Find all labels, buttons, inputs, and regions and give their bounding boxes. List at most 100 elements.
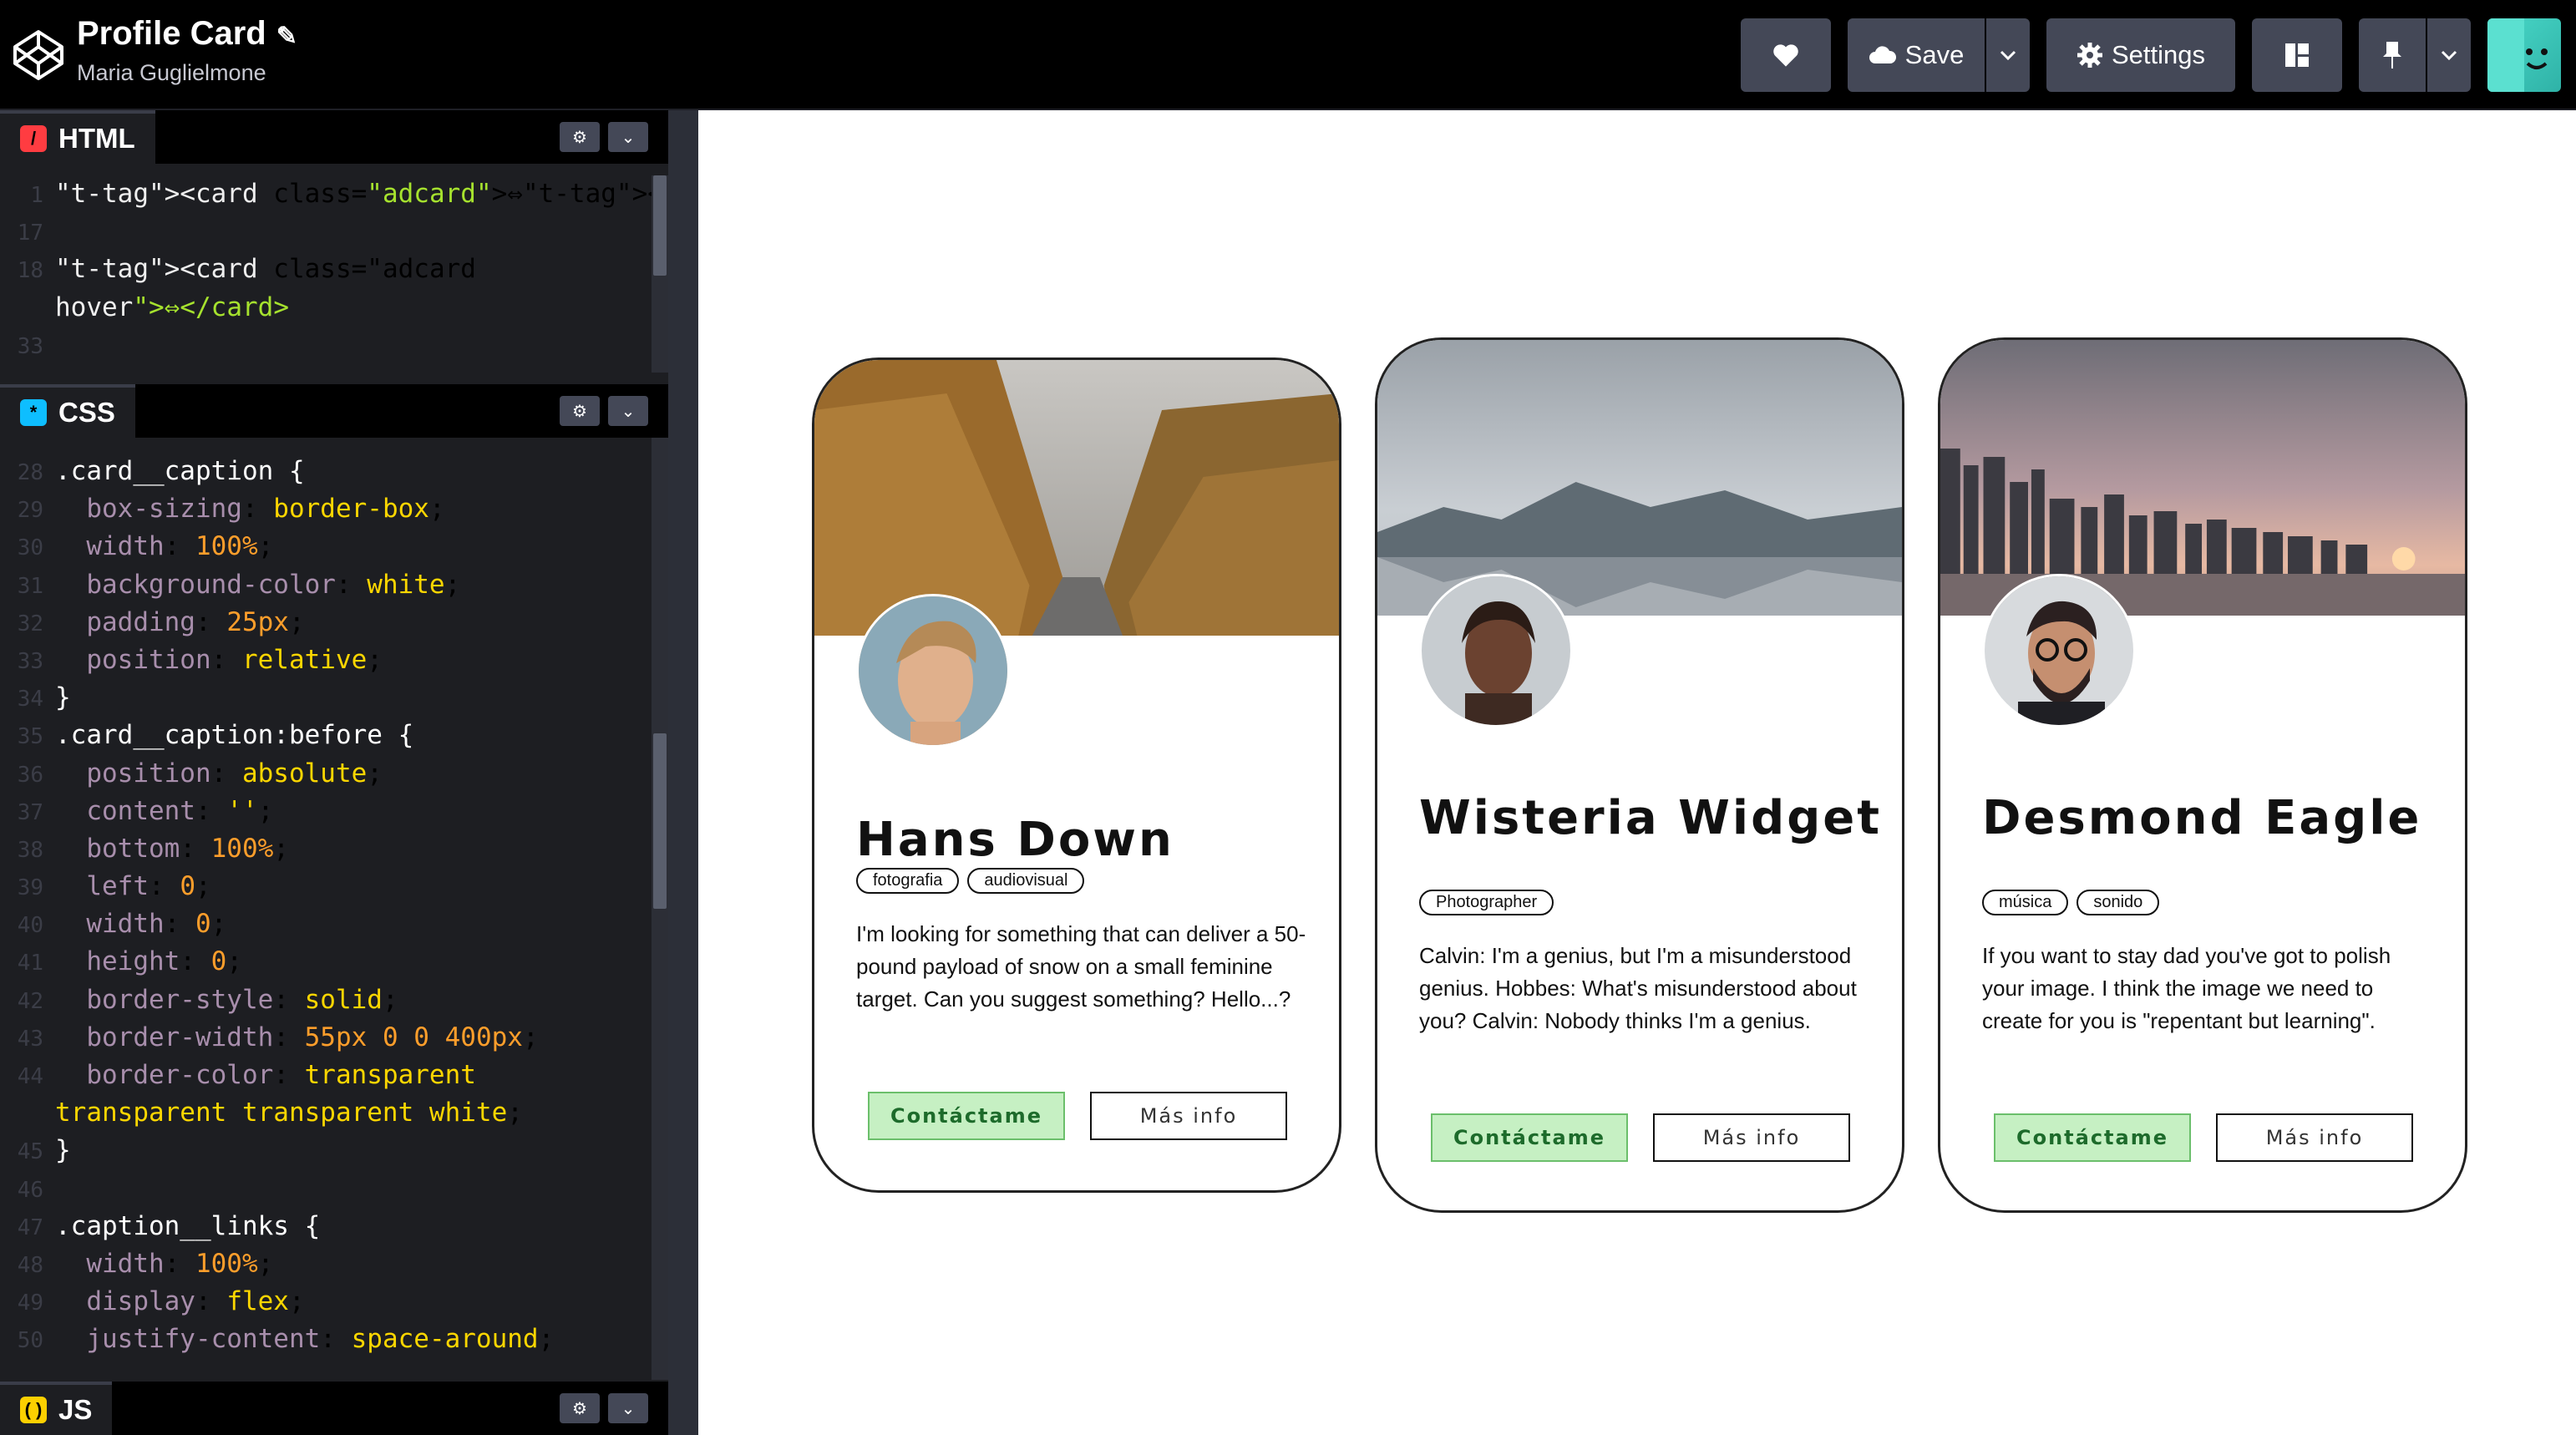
- code-line[interactable]: 29 box-sizing: border-box;: [0, 490, 668, 528]
- code-line[interactable]: 34 }: [0, 679, 668, 717]
- code-line[interactable]: 50 justify-content: space-around;: [0, 1321, 668, 1358]
- code-text: .card__caption:before {: [55, 720, 414, 751]
- tag[interactable]: música: [1982, 890, 2069, 915]
- code-text: border-color: transparent: [86, 1060, 476, 1090]
- html-collapse-button[interactable]: ⌄: [608, 122, 648, 152]
- tag[interactable]: sonido: [2077, 890, 2160, 915]
- tab-js[interactable]: ( ) JS: [0, 1382, 113, 1435]
- html-settings-button[interactable]: ⚙: [560, 122, 600, 152]
- line-number: 1: [30, 183, 43, 208]
- code-line[interactable]: 1 "t-tag"><card class="adcard">⇔"t-tag">…: [0, 175, 668, 213]
- cloud-icon: [1869, 46, 1896, 63]
- code-line[interactable]: 45 }: [0, 1132, 668, 1169]
- user-avatar[interactable]: [2487, 18, 2561, 92]
- profile-card: Wisteria Widget Photographer Calvin: I'm…: [1375, 337, 1904, 1213]
- pin-dropdown-button[interactable]: [2427, 18, 2471, 92]
- html-scrollbar-thumb[interactable]: [653, 175, 667, 276]
- line-number: 45: [17, 1139, 43, 1165]
- code-line[interactable]: 42 border-style: solid;: [0, 981, 668, 1019]
- tab-html[interactable]: / HTML: [0, 110, 155, 164]
- code-text: transparent transparent white;: [55, 1098, 523, 1128]
- code-line[interactable]: 37 content: '';: [0, 793, 668, 830]
- code-line[interactable]: 32 padding: 25px;: [0, 604, 668, 641]
- code-line[interactable]: 31 background-color: white;: [0, 566, 668, 604]
- save-label: Save: [1904, 40, 1965, 69]
- gear-icon: ⚙: [572, 402, 587, 421]
- css-collapse-button[interactable]: ⌄: [608, 396, 648, 426]
- code-line[interactable]: 35 .card__caption:before {: [0, 717, 668, 754]
- code-line[interactable]: 28 .card__caption {: [0, 453, 668, 490]
- resize-gutter[interactable]: [668, 110, 698, 1435]
- code-line[interactable]: 17: [0, 213, 668, 251]
- codepen-logo-icon[interactable]: [12, 28, 65, 82]
- line-number: 18: [17, 258, 43, 284]
- code-text: hover">⇔</card>: [55, 292, 289, 322]
- code-line[interactable]: 36 position: absolute;: [0, 755, 668, 793]
- line-number: 46: [17, 1177, 43, 1203]
- code-line[interactable]: 43 border-width: 55px 0 0 400px;: [0, 1019, 668, 1057]
- line-number: 32: [17, 611, 43, 636]
- code-line[interactable]: transparent transparent white;: [0, 1094, 668, 1132]
- change-view-button[interactable]: [2252, 18, 2342, 92]
- code-line[interactable]: 33: [0, 327, 668, 364]
- code-line[interactable]: hover">⇔</card>: [0, 289, 668, 327]
- code-text: box-sizing: border-box;: [86, 494, 445, 525]
- line-number: 29: [17, 498, 43, 524]
- more-info-button[interactable]: Más info: [1653, 1113, 1850, 1162]
- code-line[interactable]: 44 border-color: transparent: [0, 1057, 668, 1094]
- save-button[interactable]: Save: [1848, 18, 1985, 92]
- css-code-editor[interactable]: 28 .card__caption {29 box-sizing: border…: [0, 453, 668, 1380]
- code-line[interactable]: 48 width: 100%;: [0, 1245, 668, 1283]
- tag[interactable]: fotografia: [856, 868, 960, 894]
- code-text: justify-content: space-around;: [86, 1324, 555, 1355]
- js-collapse-button[interactable]: ⌄: [608, 1393, 648, 1423]
- code-line[interactable]: 49 display: flex;: [0, 1283, 668, 1321]
- line-number: 49: [17, 1290, 43, 1316]
- code-line[interactable]: 47 .caption__links {: [0, 1208, 668, 1245]
- code-text: border-style: solid;: [86, 984, 398, 1015]
- tab-css[interactable]: * CSS: [0, 384, 135, 438]
- save-dropdown-button[interactable]: [1986, 18, 2030, 92]
- tag-list: música sonido: [1982, 890, 2160, 915]
- css-scrollbar[interactable]: [652, 438, 668, 1380]
- profile-bio: Calvin: I'm a genius, but I'm a misunder…: [1419, 943, 1857, 1033]
- settings-button[interactable]: Settings: [2046, 18, 2235, 92]
- code-text: "t-tag"><card class="adcard">⇔"t-tag"></…: [55, 179, 668, 209]
- css-panel-header: * CSS ⚙ ⌄: [0, 384, 668, 438]
- pen-author[interactable]: Maria Guglielmone: [77, 60, 266, 86]
- code-line[interactable]: 38 bottom: 100%;: [0, 830, 668, 868]
- more-info-button[interactable]: Más info: [1090, 1092, 1287, 1140]
- tag[interactable]: Photographer: [1419, 890, 1554, 915]
- code-line[interactable]: 41 height: 0;: [0, 943, 668, 981]
- edit-pencil-icon[interactable]: ✎: [276, 23, 297, 50]
- contact-button[interactable]: Contáctame: [1431, 1113, 1628, 1162]
- profile-photo: [1419, 574, 1573, 728]
- pin-button[interactable]: [2359, 18, 2426, 92]
- tag[interactable]: audiovisual: [967, 868, 1085, 894]
- html-scrollbar[interactable]: [652, 175, 668, 373]
- code-line[interactable]: 46: [0, 1170, 668, 1208]
- css-settings-button[interactable]: ⚙: [560, 396, 600, 426]
- chevron-down-icon: ⌄: [621, 1399, 636, 1418]
- css-scrollbar-thumb[interactable]: [653, 733, 667, 909]
- code-text: .caption__links {: [55, 1210, 321, 1241]
- tag-list: fotografia audiovisual: [856, 868, 1085, 894]
- js-icon: ( ): [20, 1397, 47, 1423]
- html-code-editor[interactable]: 1 "t-tag"><card class="adcard">⇔"t-tag">…: [0, 175, 668, 373]
- code-text: }: [55, 682, 71, 713]
- code-line[interactable]: 40 width: 0;: [0, 905, 668, 943]
- code-line[interactable]: 39 left: 0;: [0, 868, 668, 905]
- code-text: width: 100%;: [86, 531, 274, 562]
- contact-button[interactable]: Contáctame: [1994, 1113, 2191, 1162]
- js-settings-button[interactable]: ⚙: [560, 1393, 600, 1423]
- pen-title[interactable]: Profile Card ✎: [77, 15, 297, 53]
- gear-icon: [2077, 43, 2102, 68]
- more-info-button[interactable]: Más info: [2216, 1113, 2413, 1162]
- code-line[interactable]: 18 "t-tag"><card class="adcard: [0, 251, 668, 288]
- code-line[interactable]: 30 width: 100%;: [0, 528, 668, 565]
- contact-button[interactable]: Contáctame: [868, 1092, 1065, 1140]
- line-number: 48: [17, 1252, 43, 1278]
- code-line[interactable]: 33 position: relative;: [0, 641, 668, 679]
- line-number: 30: [17, 535, 43, 561]
- like-button[interactable]: [1741, 18, 1831, 92]
